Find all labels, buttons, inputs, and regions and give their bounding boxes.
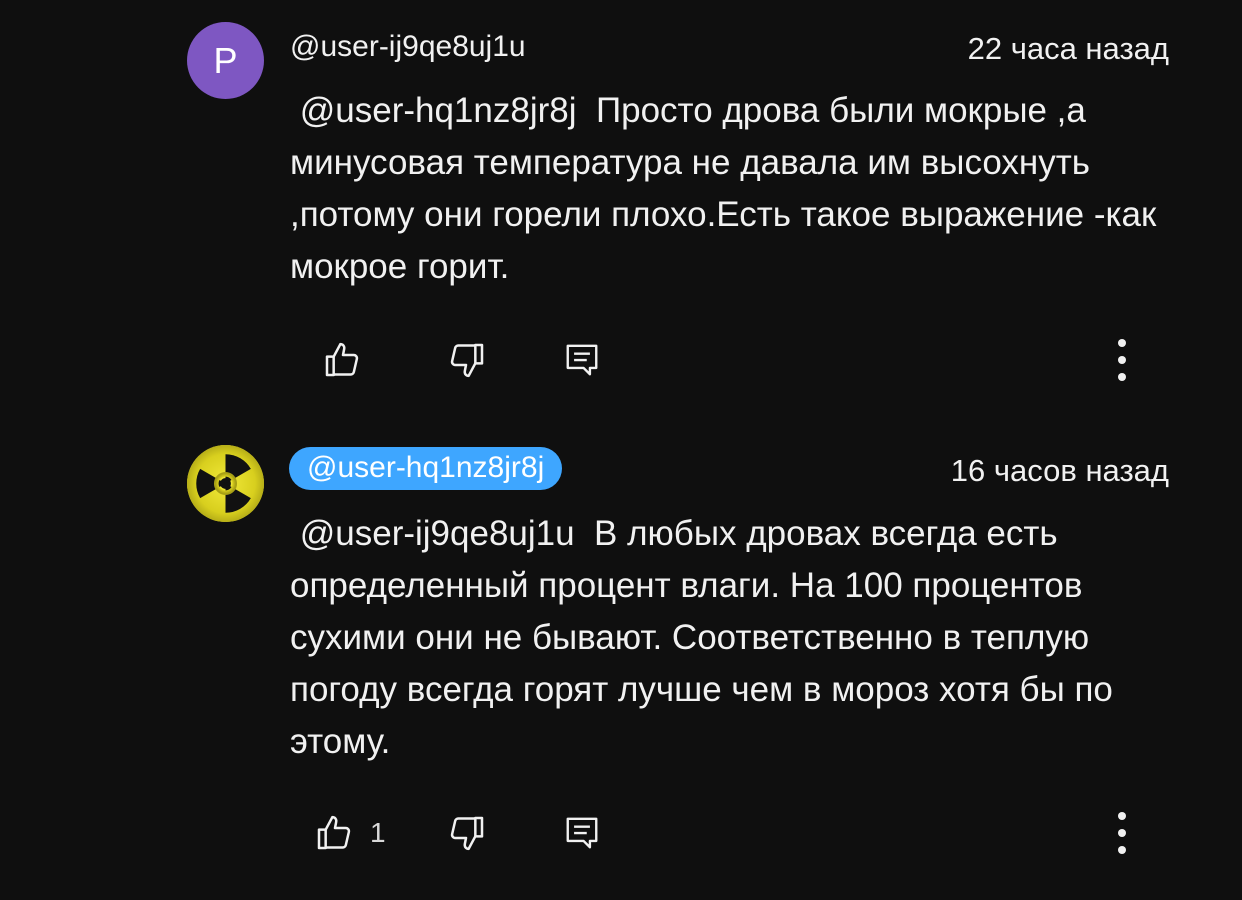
more-options-button[interactable] (1110, 330, 1134, 390)
comment-author[interactable]: @user-ij9qe8uj1u (290, 30, 526, 64)
thumb-down-icon (450, 816, 484, 851)
comment-timestamp[interactable]: 22 часа назад (968, 31, 1169, 67)
more-vert-icon (1118, 812, 1126, 854)
radiation-icon (187, 445, 264, 522)
comment-text: @user-ij9qe8uj1u В любых дровах всегда е… (290, 508, 1190, 768)
reply-button[interactable] (563, 330, 601, 390)
dislike-button[interactable] (447, 330, 487, 390)
comment: @user-hq1nz8jr8j 16 часов назад @user-ij… (0, 420, 1242, 900)
comment-mention[interactable]: @user-hq1nz8jr8j (300, 91, 577, 130)
comment-actions (0, 330, 1242, 390)
thumb-up-icon (317, 815, 351, 850)
like-button[interactable]: 1 (314, 803, 386, 863)
more-vert-icon (1118, 339, 1126, 381)
avatar-letter: P (213, 40, 238, 81)
thumb-down-icon (450, 343, 484, 378)
reply-button[interactable] (563, 803, 601, 863)
dislike-button[interactable] (447, 803, 487, 863)
like-button[interactable] (322, 330, 378, 390)
reply-icon (566, 344, 598, 376)
like-count: 1 (370, 817, 386, 848)
comment-author-highlighted[interactable]: @user-hq1nz8jr8j (289, 447, 563, 490)
thumb-up-icon (325, 342, 359, 377)
reply-icon (566, 817, 598, 849)
comment-timestamp[interactable]: 16 часов назад (951, 453, 1169, 489)
comment: P @user-ij9qe8uj1u 22 часа назад @user-h… (0, 0, 1242, 420)
avatar[interactable] (187, 445, 264, 522)
comment-mention[interactable]: @user-ij9qe8uj1u (300, 514, 575, 553)
avatar[interactable]: P (187, 22, 264, 99)
comment-actions: 1 (0, 803, 1242, 863)
comment-text: @user-hq1nz8jr8j Просто дрова были мокры… (290, 85, 1190, 293)
more-options-button[interactable] (1110, 803, 1134, 863)
